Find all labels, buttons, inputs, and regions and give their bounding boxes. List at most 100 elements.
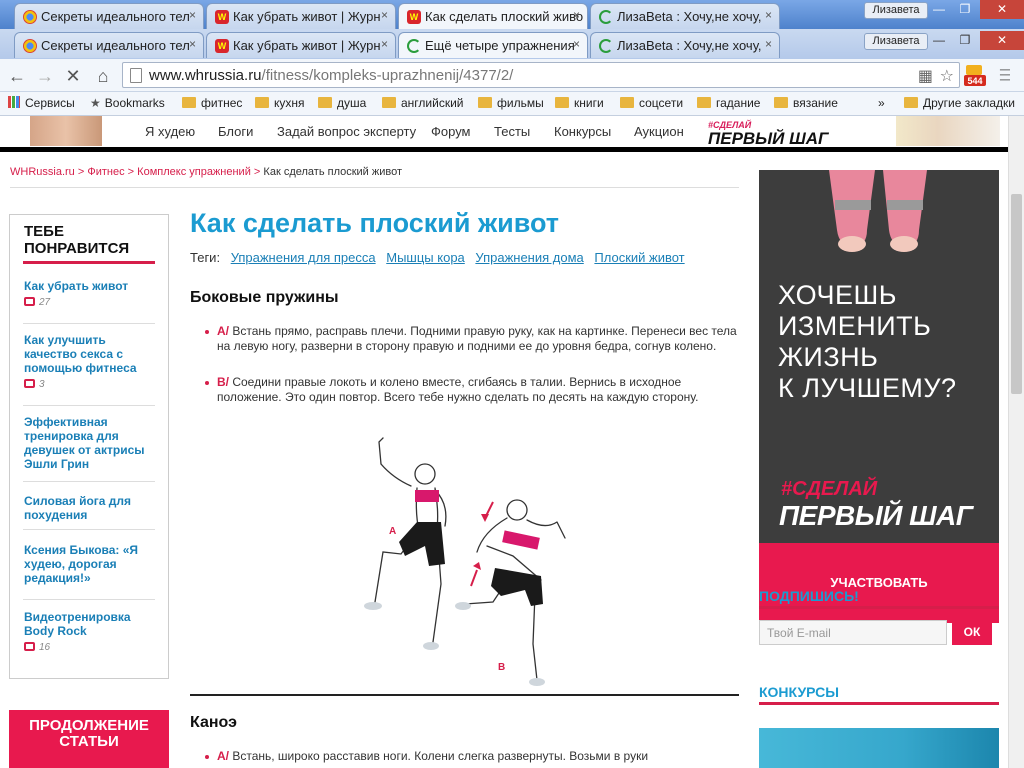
page-title: Как сделать плоский живот xyxy=(190,208,559,238)
bookmark-item[interactable]: ★ Bookmarks xyxy=(90,96,165,110)
bookmark-folder[interactable]: книги xyxy=(555,96,604,110)
bookmark-star-icon[interactable]: ☆ xyxy=(940,66,954,86)
close-tab-icon[interactable]: × xyxy=(381,8,388,22)
menu-icon[interactable]: ─ ─ ─ xyxy=(1000,62,1014,86)
bookmark-apps[interactable]: Сервисы xyxy=(8,96,75,110)
browser-tab-active[interactable]: Ещё четыре упражнения × xyxy=(398,32,588,58)
other-bookmarks[interactable]: Другие закладки xyxy=(904,96,1015,110)
tag-link[interactable]: Мышцы кора xyxy=(386,250,465,265)
step-text: А/ Встань прямо, расправь плечи. Подними… xyxy=(217,324,737,353)
comment-count[interactable]: 3 xyxy=(24,379,45,390)
bookmark-folder[interactable]: английский xyxy=(382,96,463,110)
divider xyxy=(759,702,999,705)
recommended-link[interactable]: Видеотренировка Body Rock xyxy=(24,610,158,638)
nav-link[interactable]: Форум xyxy=(431,124,471,139)
bookmark-folder[interactable]: соцсети xyxy=(620,96,683,110)
magazine-cover-image[interactable] xyxy=(896,116,1000,146)
maximize-icon[interactable]: ❐ xyxy=(952,31,978,50)
loading-icon xyxy=(599,39,613,53)
address-bar[interactable]: www.whrussia.ru/fitness/kompleks-uprazhn… xyxy=(122,62,960,88)
translate-icon[interactable]: ▦ xyxy=(918,66,933,86)
nav-link[interactable]: Аукцион xyxy=(634,124,684,139)
tags: Теги: Упражнения для пресса Мышцы кора У… xyxy=(190,250,685,265)
nav-link[interactable]: Блоги xyxy=(218,124,253,139)
tag-link[interactable]: Плоский живот xyxy=(594,250,684,265)
close-tab-icon[interactable]: × xyxy=(189,37,196,51)
bullet xyxy=(205,330,209,334)
folder-icon xyxy=(478,97,492,108)
nav-link[interactable]: Я худею xyxy=(145,124,195,139)
close-tab-icon[interactable]: × xyxy=(573,37,580,51)
divider xyxy=(23,481,155,482)
page-icon xyxy=(130,68,142,83)
comment-count[interactable]: 27 xyxy=(24,297,50,308)
browser-tab-active[interactable]: W Как сделать плоский живо × xyxy=(398,3,588,29)
scrollbar[interactable] xyxy=(1008,116,1024,768)
recommended-link[interactable]: Эффективная тренировка для девушек от ак… xyxy=(24,415,158,471)
breadcrumb-link[interactable]: Фитнес xyxy=(87,166,124,178)
breadcrumb-link[interactable]: WHRussia.ru xyxy=(10,166,75,178)
recommended-link[interactable]: Ксения Быкова: «Я худею, дорогая редакци… xyxy=(24,543,158,585)
bookmark-folder[interactable]: гадание xyxy=(697,96,760,110)
divider xyxy=(23,405,155,406)
figure-label-a: A xyxy=(389,526,396,537)
browser-tab[interactable]: Секреты идеального тел × xyxy=(14,32,204,58)
forward-icon[interactable]: → xyxy=(34,65,56,87)
continue-article-button[interactable]: ПРОДОЛЖЕНИЕ СТАТЬИ xyxy=(9,710,169,768)
recommended-link[interactable]: Как улучшить качество секса с помощью фи… xyxy=(24,333,158,375)
folder-icon xyxy=(620,97,634,108)
home-icon[interactable]: ⌂ xyxy=(92,65,114,87)
close-tab-icon[interactable]: × xyxy=(189,8,196,22)
maximize-icon[interactable]: ❐ xyxy=(952,0,978,19)
ad-banner[interactable]: ХОЧЕШЬ ИЗМЕНИТЬ ЖИЗНЬ К ЛУЧШЕМУ? #СДЕЛАЙ… xyxy=(759,170,999,623)
close-tab-icon[interactable]: × xyxy=(765,37,772,51)
nav-promo[interactable]: #СДЕЛАЙ ПЕРВЫЙ ШАГ xyxy=(708,118,829,147)
close-window-icon[interactable]: ✕ xyxy=(980,31,1024,50)
subscribe-button[interactable]: ОК xyxy=(952,620,992,645)
stop-icon[interactable]: ✕ xyxy=(62,65,84,87)
minimize-icon[interactable]: — xyxy=(926,31,952,50)
tag-link[interactable]: Упражнения дома xyxy=(475,250,583,265)
browser-tab[interactable]: W Как убрать живот | Журн × xyxy=(206,32,396,58)
exercise-illustration: A B xyxy=(345,434,575,696)
close-tab-icon[interactable]: × xyxy=(381,37,388,51)
contest-image[interactable] xyxy=(759,728,999,768)
tab-strip-top: Секреты идеального тел × W Как убрать жи… xyxy=(0,0,1024,29)
folder-icon xyxy=(255,97,269,108)
browser-tab[interactable]: ЛизаBeta : Хочу,не хочу, × xyxy=(590,32,780,58)
comment-icon xyxy=(24,642,35,651)
close-tab-icon[interactable]: × xyxy=(573,8,580,22)
section-heading: Каноэ xyxy=(190,714,237,731)
nav-link[interactable]: Конкурсы xyxy=(554,124,611,139)
profile-button[interactable]: Лизавета xyxy=(864,33,928,50)
email-field[interactable]: Твой E-mail xyxy=(759,620,947,645)
recommended-link[interactable]: Как убрать живот xyxy=(24,279,158,293)
contests-heading: КОНКУРСЫ xyxy=(759,684,839,700)
ad-brand: ПЕРВЫЙ ШАГ xyxy=(779,500,973,531)
nav-link[interactable]: Задай вопрос эксперту xyxy=(277,124,416,139)
bookmarks-overflow-icon[interactable]: » xyxy=(878,96,885,110)
bookmark-folder[interactable]: фильмы xyxy=(478,96,544,110)
nav-link[interactable]: Тесты xyxy=(494,124,530,139)
browser-tab[interactable]: ЛизаBeta : Хочу,не хочу, × xyxy=(590,3,780,29)
comment-count[interactable]: 16 xyxy=(24,642,50,653)
recommended-link[interactable]: Силовая йога для похудения xyxy=(24,494,158,522)
profile-button[interactable]: Лизавета xyxy=(864,2,928,19)
tag-link[interactable]: Упражнения для пресса xyxy=(231,250,376,265)
close-tab-icon[interactable]: × xyxy=(765,8,772,22)
web-page: Я худею Блоги Задай вопрос эксперту Фору… xyxy=(0,116,1008,768)
bookmark-folder[interactable]: кухня xyxy=(255,96,305,110)
participate-button[interactable]: УЧАСТВОВАТЬ xyxy=(759,543,999,623)
back-icon[interactable]: ← xyxy=(6,65,28,87)
breadcrumb-link[interactable]: Комплекс упражнений xyxy=(137,166,251,178)
close-window-icon[interactable]: ✕ xyxy=(980,0,1024,19)
extension-icon[interactable]: 544 xyxy=(962,63,988,87)
bookmark-folder[interactable]: душа xyxy=(318,96,366,110)
browser-tab[interactable]: W Как убрать живот | Журн × xyxy=(206,3,396,29)
scrollbar-thumb[interactable] xyxy=(1011,194,1022,394)
bookmarks-bar: Сервисы ★ Bookmarks фитнес кухня душа анг… xyxy=(0,92,1024,116)
browser-tab[interactable]: Секреты идеального тел × xyxy=(14,3,204,29)
minimize-icon[interactable]: — xyxy=(926,0,952,19)
bookmark-folder[interactable]: вязание xyxy=(774,96,838,110)
bookmark-folder[interactable]: фитнес xyxy=(182,96,242,110)
